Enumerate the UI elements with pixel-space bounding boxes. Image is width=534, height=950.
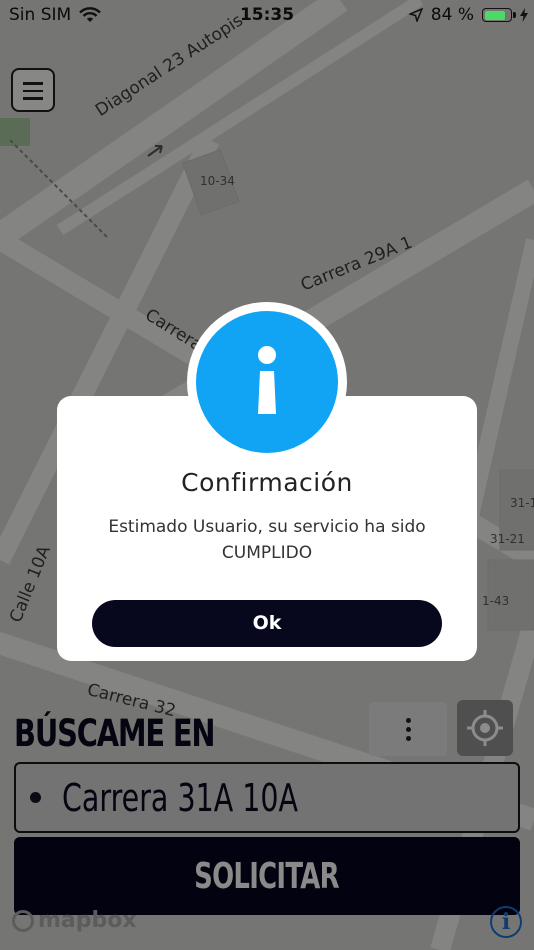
attribution-info-glyph: i <box>501 909 511 935</box>
hamburger-icon <box>23 82 43 85</box>
dialog-title: Confirmación <box>181 468 353 497</box>
hamburger-icon-line <box>23 97 43 100</box>
status-bar: Sin SIM 15:35 84 % <box>0 0 534 32</box>
more-vertical-icon-dot <box>406 736 411 741</box>
my-location-button[interactable] <box>457 700 513 756</box>
info-icon <box>196 311 338 453</box>
crosshair-icon <box>467 710 503 746</box>
more-vertical-icon <box>406 718 411 723</box>
more-vertical-icon-dot <box>406 727 411 732</box>
hamburger-icon-line <box>23 89 43 92</box>
dialog-message: Estimado Usuario, su servicio ha sido CU… <box>108 517 426 563</box>
more-options-button[interactable] <box>369 702 447 756</box>
bullet-icon <box>30 792 41 803</box>
mapbox-logo: mapbox <box>12 908 137 933</box>
ok-button[interactable]: Ok <box>92 600 442 647</box>
charging-bolt-icon <box>520 8 528 22</box>
request-button[interactable]: SOLICITAR <box>14 837 520 915</box>
battery-percent: 84 % <box>430 5 474 25</box>
location-arrow-icon <box>408 8 423 22</box>
pickup-section-title: BÚSCAME EN <box>14 712 216 755</box>
pickup-address-field[interactable]: Carrera 31A 10A <box>14 762 520 833</box>
pickup-address-text: Carrera 31A 10A <box>62 776 299 820</box>
mapbox-logo-icon <box>12 909 34 932</box>
mapbox-logo-text: mapbox <box>38 908 137 933</box>
menu-button[interactable] <box>11 68 55 112</box>
request-button-label: SOLICITAR <box>194 855 340 897</box>
battery-icon <box>482 8 516 22</box>
attribution-info-icon[interactable]: i <box>490 906 522 938</box>
